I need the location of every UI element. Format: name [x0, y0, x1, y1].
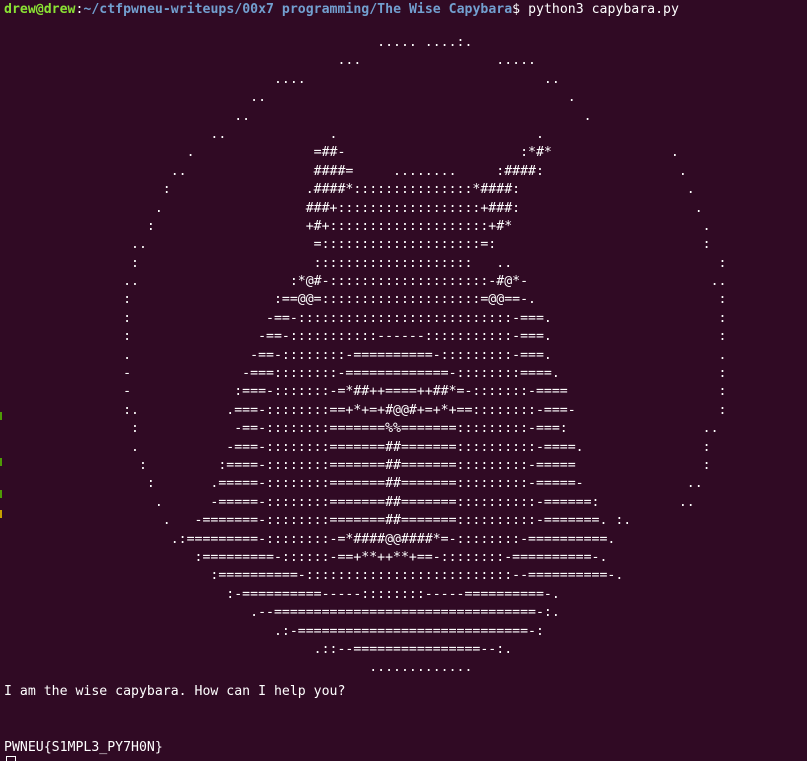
- ascii-art-line: .... ..: [4, 71, 560, 87]
- ascii-art-line: .. :*@#-::::::::::::::::::::-#@*- ..: [4, 274, 727, 290]
- ascii-art-line: : :::::::::::::::::::: .. :: [4, 255, 727, 271]
- terminal-cursor: [6, 756, 16, 761]
- ascii-art-line: . -=====-::::::::=======##=======:::::::…: [4, 494, 695, 510]
- prompt-dollar: $: [512, 2, 529, 17]
- ascii-art-line: : -==-:::::::::::------:::::::::::-===. …: [4, 329, 727, 345]
- ascii-art-line: .. .: [4, 90, 576, 106]
- program-output-line: I am the wise capybara. How can I help y…: [4, 684, 346, 699]
- ascii-art-line: : -==-::::::::=======%%=======:::::::::-…: [4, 421, 719, 437]
- ascii-art-line: .. . .: [4, 126, 544, 142]
- ascii-art-line: .. ####= ........ :####: .: [4, 163, 687, 179]
- left-edge-mark: [0, 458, 2, 466]
- ascii-art-line: .:=========-::::::::-=*####@@####*=-::::…: [4, 531, 616, 547]
- ascii-art-line: .............: [4, 660, 473, 676]
- command-prompt-line: drew@drew:~/ctfpwneu-writeups/00x7 progr…: [4, 0, 679, 19]
- ascii-art-line: . -==-::::::::-==========-:::::::::-===.…: [4, 347, 727, 363]
- capybara-ascii-art: ..... ....:. ... ..... .... .. .. . .. .…: [4, 34, 727, 678]
- ascii-art-line: : :====-::::::::=======##=======::::::::…: [4, 457, 711, 473]
- flag-output-line: PWNEU{S1MPL3_PY7H0N}: [4, 740, 163, 755]
- ascii-art-line: - :===-:::::::-=*##++====++##*=-:::::::-…: [4, 384, 727, 400]
- left-edge-mark: [0, 510, 2, 518]
- ascii-art-line: .::--================--:.: [4, 641, 513, 657]
- next-prompt-line[interactable]: [4, 756, 16, 761]
- ascii-art-line: ... .....: [4, 53, 536, 69]
- ascii-art-line: ..... ....:.: [4, 35, 473, 50]
- prompt-user-host: drew@drew: [4, 2, 76, 17]
- ascii-art-line: . =##- :*#* .: [4, 145, 679, 161]
- ascii-art-line: - -===::::::::-=============-::::::::===…: [4, 366, 727, 382]
- left-edge-mark: [0, 412, 2, 420]
- ascii-art-line: :-==========-----::::::::-----==========…: [4, 586, 560, 602]
- ascii-art-line: : -==-:::::::::::::::::::::::::::-===. :: [4, 310, 727, 326]
- ascii-art-line: . ###+::::::::::::::::::+###: .: [4, 200, 703, 216]
- ascii-art-line: :. .===-::::::::==+*+=+#@@#+=+*+==::::::…: [4, 402, 727, 418]
- left-edge-mark: [0, 490, 2, 498]
- ascii-art-line: .. =::::::::::::::::::::=: :: [4, 237, 711, 253]
- ascii-art-line: :==========-::::::::::::::::::::::::::--…: [4, 568, 624, 584]
- terminal-window[interactable]: drew@drew:~/ctfpwneu-writeups/00x7 progr…: [0, 0, 807, 761]
- ascii-art-line: : .####*:::::::::::::::*####: .: [4, 182, 695, 198]
- ascii-art-line: .:-=============================-:: [4, 623, 544, 639]
- ascii-art-line: : +#+::::::::::::::::::::+#* .: [4, 218, 711, 234]
- prompt-path: ~/ctfpwneu-writeups/00x7 programming/The…: [83, 2, 513, 17]
- entered-command: python3 capybara.py: [528, 2, 679, 17]
- ascii-art-line: :=========-::::::-==+**++**+==-::::::::-…: [4, 549, 608, 565]
- ascii-art-line: : .=====-::::::::=======##=======:::::::…: [4, 476, 703, 492]
- ascii-art-line: .--=================================-:.: [4, 605, 560, 621]
- ascii-art-line: : :==@@=::::::::::::::::::::=@@==-. :: [4, 292, 727, 308]
- ascii-art-line: . -=======-::::::::=======##=======:::::…: [4, 513, 632, 529]
- ascii-art-line: .. .: [4, 108, 592, 124]
- ascii-art-line: . -===-::::::::=======##=======:::::::::…: [4, 439, 711, 455]
